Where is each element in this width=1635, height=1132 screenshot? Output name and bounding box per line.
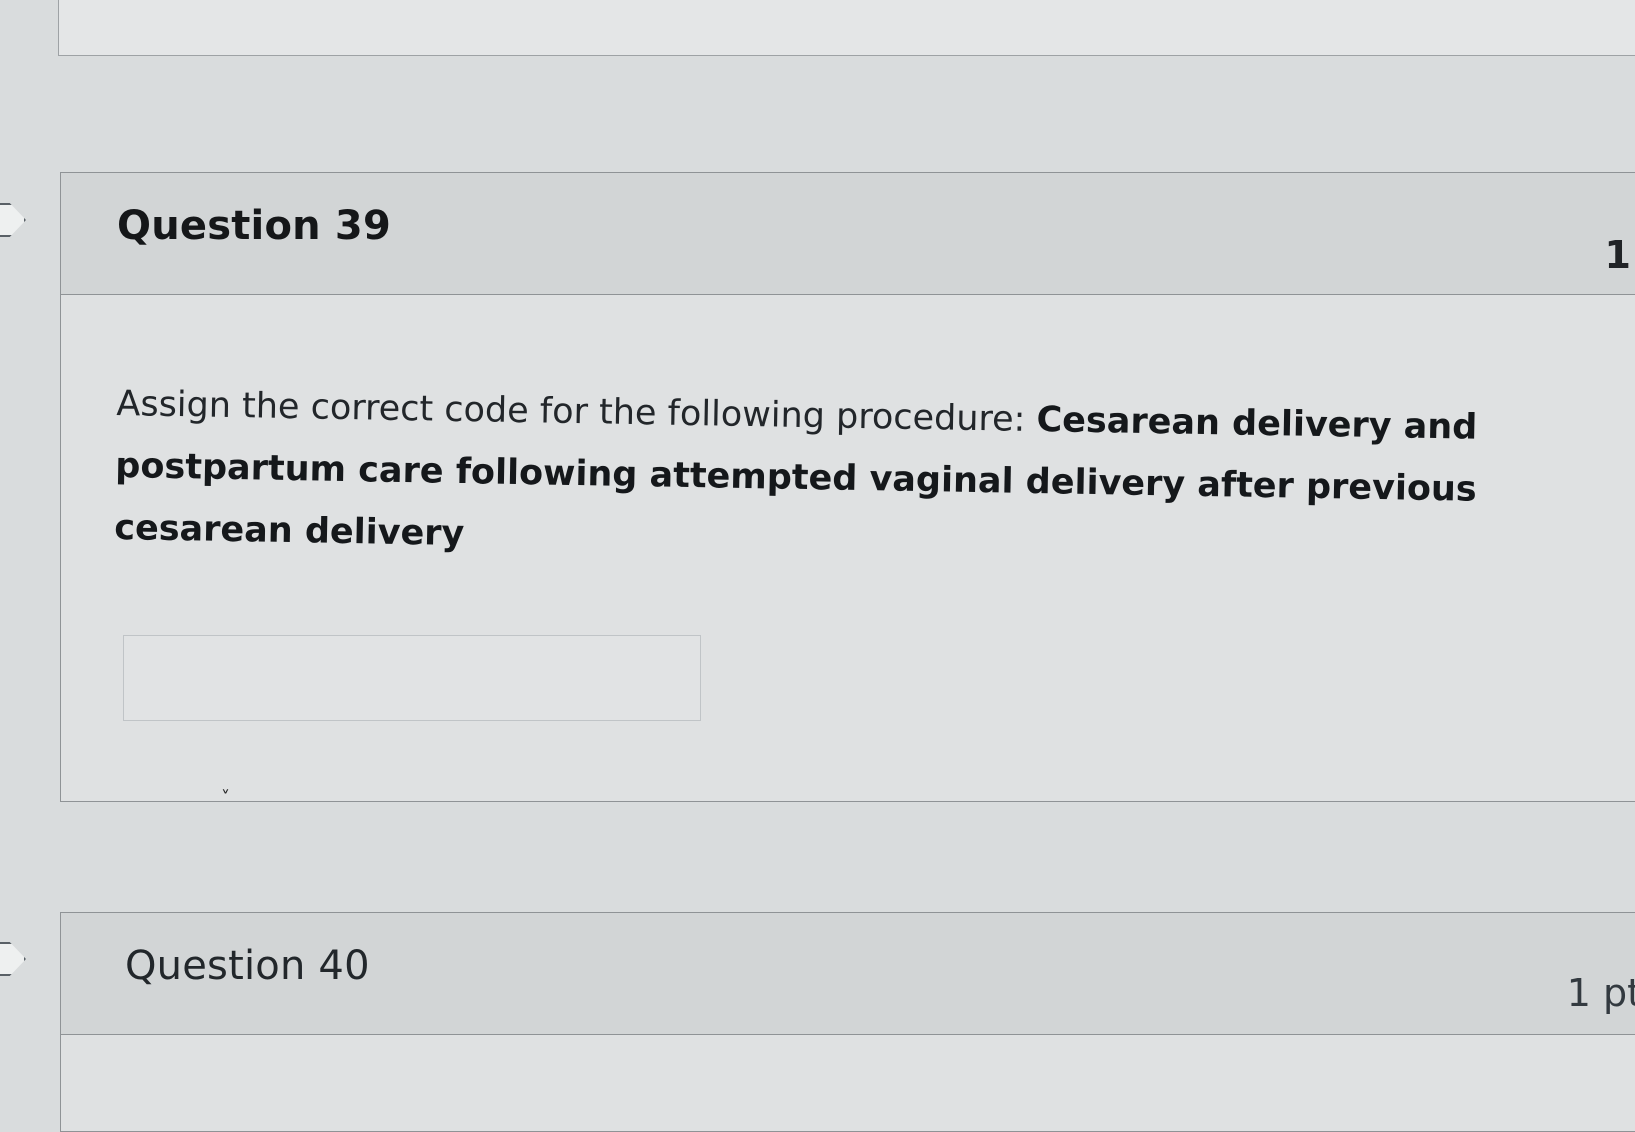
question-points: 1 [1604, 233, 1631, 277]
caret-mark: ˬ [221, 773, 230, 794]
question-text: Assign the correct code for the followin… [114, 373, 1617, 585]
question-title: Question 39 [117, 203, 391, 249]
question-header: Question 40 1 pt [61, 913, 1635, 1035]
question-card: Question 39 1 Assign the correct code fo… [60, 172, 1635, 802]
question-title: Question 40 [125, 943, 370, 989]
question-flag-icon[interactable] [0, 203, 26, 237]
question-prompt: Assign the correct code for the followin… [116, 383, 1037, 441]
previous-question-card [58, 0, 1635, 56]
question-points: 1 pt [1566, 971, 1635, 1015]
answer-input[interactable] [123, 635, 701, 721]
question-card: Question 40 1 pt [60, 912, 1635, 1132]
question-flag-icon[interactable] [0, 942, 26, 976]
question-header: Question 39 1 [61, 173, 1635, 295]
